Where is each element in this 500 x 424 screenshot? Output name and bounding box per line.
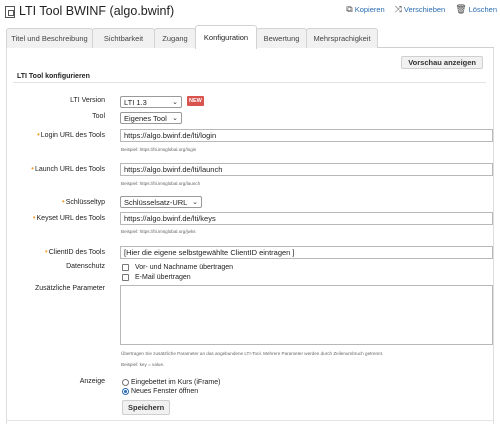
launch-url-label: •Launch URL des Tools bbox=[31, 164, 105, 173]
required-marker: • bbox=[31, 164, 34, 173]
required-marker: • bbox=[44, 247, 48, 256]
privacy-option-name[interactable]: Vor- und Nachname übertragen bbox=[122, 264, 233, 271]
launch-url-label-text: Launch URL des Tools bbox=[34, 166, 105, 173]
tab-title-description[interactable]: Titel und Beschreibung bbox=[6, 28, 93, 48]
save-button[interactable]: Speichern bbox=[122, 400, 171, 415]
tool-label: Tool bbox=[92, 113, 105, 120]
display-label: Anzeige bbox=[79, 378, 105, 385]
key-type-select[interactable]: Schlüsselsatz-URL ⌄ bbox=[120, 196, 202, 208]
name-option-label: Vor- und Nachname übertragen bbox=[135, 264, 234, 271]
delete-button[interactable]: 🗑 Löschen bbox=[455, 4, 497, 15]
lti-version-label: LTI Version bbox=[70, 97, 105, 104]
lti-version-value: LTI 1.3 bbox=[124, 97, 147, 107]
extra-params-textarea[interactable] bbox=[120, 285, 493, 345]
config-panel bbox=[6, 48, 494, 424]
keyset-url-label-text: Keyset URL des Tools bbox=[36, 215, 105, 222]
keyset-url-label: •Keyset URL des Tools bbox=[33, 213, 105, 222]
email-checkbox[interactable] bbox=[122, 274, 129, 281]
keyset-url-input[interactable]: https://algo.bwinf.de/lti/keys bbox=[120, 212, 493, 225]
name-checkbox[interactable] bbox=[122, 264, 129, 271]
email-option-label: E-Mail übertragen bbox=[135, 274, 191, 281]
iframe-option-label: Eingebettet im Kurs (iFrame) bbox=[131, 379, 221, 386]
move-button[interactable]: ⤨ Verschieben bbox=[394, 4, 446, 15]
chevron-down-icon: ⌄ bbox=[192, 199, 198, 206]
key-type-value: Schlüsselsatz-URL bbox=[124, 197, 188, 207]
login-url-hint: Beispiel: https://lti.imsglobal.org/logi… bbox=[121, 147, 197, 152]
display-option-new-window[interactable]: Neues Fenster öffnen bbox=[122, 388, 198, 395]
tab-access[interactable]: Zugang bbox=[154, 28, 196, 48]
trash-icon: 🗑 bbox=[455, 4, 467, 14]
key-type-label: •Schlüsseltyp bbox=[62, 197, 105, 206]
delete-label: Löschen bbox=[468, 5, 497, 14]
key-type-label-text: Schlüsseltyp bbox=[65, 199, 105, 206]
extra-params-hint: Übertragen Sie zusätzliche Parameter an … bbox=[121, 351, 384, 356]
new-window-option-label: Neues Fenster öffnen bbox=[131, 388, 199, 395]
login-url-label-text: Login URL des Tools bbox=[40, 132, 105, 139]
login-url-label: •Login URL des Tools bbox=[37, 130, 105, 139]
tool-select[interactable]: Eigenes Tool ⌄ bbox=[120, 112, 182, 124]
section-divider bbox=[13, 82, 486, 83]
new-window-radio[interactable] bbox=[122, 388, 129, 395]
bottom-divider bbox=[6, 420, 494, 421]
move-label: Verschieben bbox=[403, 5, 446, 14]
preview-button[interactable]: Vorschau anzeigen bbox=[401, 56, 483, 69]
keyset-url-hint: Beispiel: https://lti.imsglobal.org/jwks bbox=[121, 229, 196, 234]
iframe-radio[interactable] bbox=[122, 379, 129, 386]
section-title: LTI Tool konfigurieren bbox=[17, 73, 90, 80]
required-marker: • bbox=[61, 197, 65, 206]
required-marker: • bbox=[32, 213, 36, 222]
extra-params-example: Beispiel: key = value. bbox=[121, 362, 165, 367]
required-marker: • bbox=[36, 130, 40, 139]
display-option-iframe[interactable]: Eingebettet im Kurs (iFrame) bbox=[122, 379, 220, 386]
copy-button[interactable]: ⧉ Kopieren bbox=[346, 4, 385, 15]
tab-bar: Titel und Beschreibung Sichtbarkeit Zuga… bbox=[6, 25, 494, 49]
page-title: LTI Tool BWINF (algo.bwinf) bbox=[19, 4, 175, 18]
copy-icon: ⧉ bbox=[346, 4, 353, 14]
privacy-option-email[interactable]: E-Mail übertragen bbox=[122, 274, 191, 281]
client-id-label-text: ClientID des Tools bbox=[48, 249, 105, 256]
lti-tool-icon bbox=[5, 6, 15, 18]
tab-multilanguage[interactable]: Mehrsprachigkeit bbox=[306, 28, 378, 48]
copy-label: Kopieren bbox=[354, 5, 385, 14]
chevron-down-icon: ⌄ bbox=[172, 99, 178, 106]
new-badge: NEW bbox=[187, 96, 204, 106]
header-actions: ⧉ Kopieren ⤨ Verschieben 🗑 Löschen bbox=[346, 4, 497, 15]
client-id-label: •ClientID des Tools bbox=[45, 247, 105, 256]
privacy-label: Datenschutz bbox=[66, 263, 105, 270]
tool-value: Eigenes Tool bbox=[124, 113, 167, 123]
tab-grading[interactable]: Bewertung bbox=[256, 28, 307, 48]
client-id-input[interactable]: [Hier die eigene selbstgewählte ClientID… bbox=[120, 246, 493, 259]
extra-params-label: Zusätzliche Parameter bbox=[34, 285, 105, 292]
chevron-down-icon: ⌄ bbox=[172, 115, 178, 122]
move-icon: ⤨ bbox=[394, 4, 402, 14]
tab-configuration[interactable]: Konfiguration bbox=[195, 25, 257, 49]
login-url-input[interactable]: https://algo.bwinf.de/lti/login bbox=[120, 129, 493, 142]
launch-url-input[interactable]: https://algo.bwinf.de/lti/launch bbox=[120, 163, 493, 176]
tab-visibility[interactable]: Sichtbarkeit bbox=[92, 28, 155, 48]
lti-version-select[interactable]: LTI 1.3 ⌄ bbox=[120, 96, 182, 108]
launch-url-hint: Beispiel: https://lti.imsglobal.org/laun… bbox=[121, 181, 201, 186]
